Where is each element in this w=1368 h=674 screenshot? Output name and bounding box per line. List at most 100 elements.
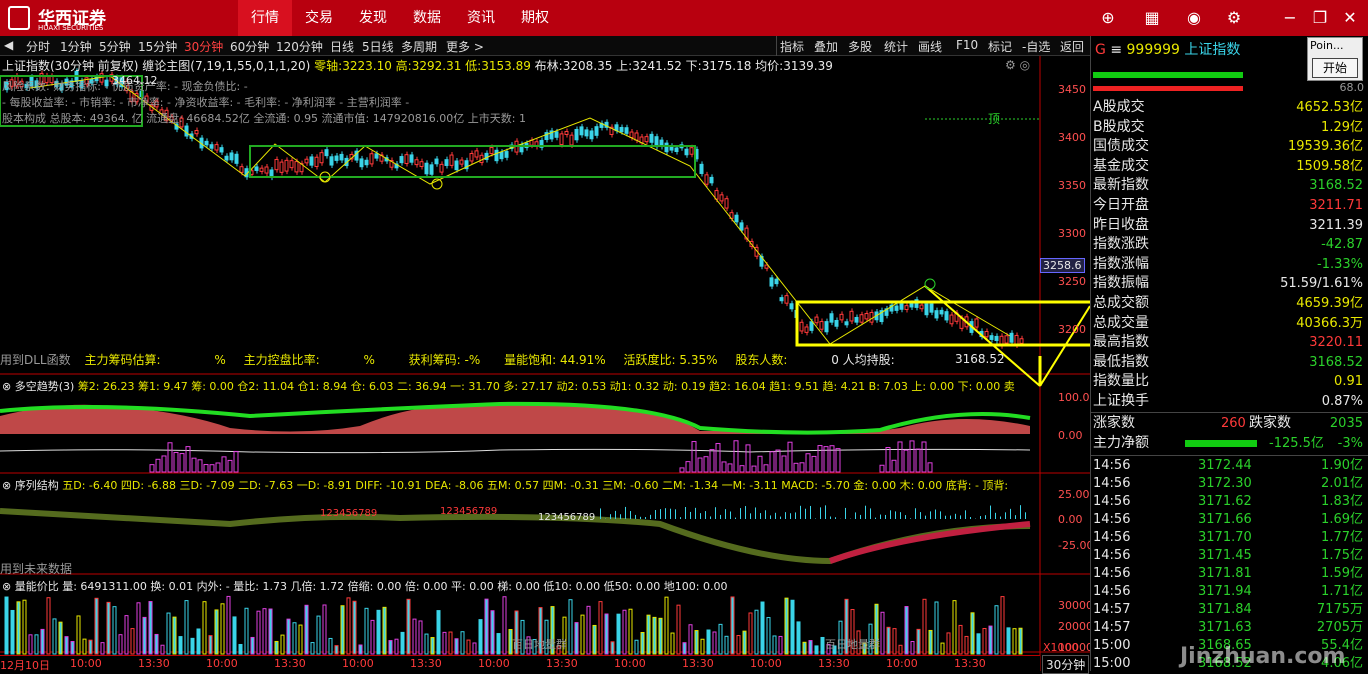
tool-1[interactable]: 指标 [780, 38, 804, 55]
x-tick: 10:00 [886, 657, 918, 670]
restore-icon[interactable]: ❐ [1310, 8, 1330, 28]
nav-trade[interactable]: 交易 [292, 0, 346, 36]
magenta-bar [740, 466, 744, 472]
period-6[interactable]: 60分钟 [230, 38, 269, 55]
volume-bar [1001, 597, 1004, 654]
period-8[interactable]: 日线 [330, 38, 354, 55]
close-icon[interactable]: ✕ [1340, 8, 1360, 28]
period-7[interactable]: 120分钟 [276, 38, 323, 55]
macd-bar [945, 516, 946, 519]
volume-bar [983, 628, 986, 654]
quote-label: 总成交量 [1093, 314, 1149, 333]
nav-news[interactable]: 资讯 [454, 0, 508, 36]
volume-bar [623, 610, 626, 654]
watermark: Jinzhuan.com [1180, 644, 1345, 669]
quote-row: 指数涨跌-42.87 [1093, 235, 1365, 254]
chart-toolbar: ◀ 分时 1分钟 5分钟 15分钟 30分钟 60分钟 120分钟 日线 5日线… [0, 36, 1090, 56]
tick-row: 14:563171.941.71亿 [1093, 583, 1365, 601]
volume-bar [731, 597, 734, 654]
collapse-icon[interactable]: ⊗ [2, 380, 11, 393]
magenta-bar [758, 456, 762, 472]
volume-bar [977, 634, 980, 654]
footer-f2v: % [363, 353, 374, 367]
volume-bar [779, 636, 782, 654]
tool-8[interactable]: -自选 [1022, 38, 1050, 55]
service-icon[interactable]: ◉ [1184, 8, 1204, 28]
nav-quotes[interactable]: 行情 [238, 0, 292, 36]
magenta-bar [764, 465, 768, 472]
nav-options[interactable]: 期权 [508, 0, 562, 36]
quote-value: 3168.52 [1309, 176, 1363, 195]
macd-bar [910, 518, 911, 519]
candle [260, 168, 263, 171]
volume-bar [1019, 628, 1022, 654]
x-tick: 10:00 [750, 657, 782, 670]
candle [785, 296, 788, 304]
magenta-bar [836, 449, 840, 472]
menu-icon[interactable]: ≡ [1110, 42, 1122, 58]
volume-bar [281, 635, 284, 654]
macd-bar [765, 510, 766, 519]
quote-value: 40366.3万 [1296, 314, 1363, 333]
collapse-icon[interactable]: ⊗ [2, 580, 11, 593]
period-4[interactable]: 15分钟 [138, 38, 177, 55]
symbol-code: 999999 [1127, 42, 1180, 58]
tool-7[interactable]: 标记 [988, 38, 1012, 55]
volume-bar [185, 601, 188, 654]
macd-bar [820, 507, 821, 519]
macd-bar [625, 507, 626, 519]
panel2-label: 多空趋势(3) [15, 380, 75, 393]
magenta-bar [686, 462, 690, 472]
avg-value: 3139.39 [783, 59, 833, 73]
minimize-icon[interactable]: − [1280, 8, 1300, 28]
collapse-icon[interactable]: ⊗ [2, 479, 11, 492]
tick-cell: 1.71亿 [1321, 583, 1363, 601]
macd-bar [725, 509, 726, 519]
nav-discover[interactable]: 发现 [346, 0, 400, 36]
period-3[interactable]: 5分钟 [99, 38, 131, 55]
tool-9[interactable]: 返回 [1060, 38, 1084, 55]
tool-6[interactable]: F10 [956, 38, 978, 52]
macd-bar [710, 516, 711, 519]
candle [315, 157, 318, 166]
gift-icon[interactable]: ⊕ [1098, 8, 1118, 28]
period-2[interactable]: 1分钟 [60, 38, 92, 55]
tool-2[interactable]: 叠加 [814, 38, 838, 55]
macd-bar [860, 515, 861, 519]
volume-bar [911, 642, 914, 654]
period-10[interactable]: 多周期 [401, 38, 437, 55]
x-tick: 10:00 [478, 657, 510, 670]
nav-data[interactable]: 数据 [400, 0, 454, 36]
quote-value: 0.87% [1322, 392, 1363, 411]
strength-bar [1093, 86, 1243, 91]
candle [275, 159, 278, 169]
breadth-row: 涨家数 260 跌家数 2035 [1093, 414, 1365, 433]
settings-icon[interactable]: ⚙ ◎ [1005, 58, 1030, 72]
quote-row: 国债成交19539.36亿 [1093, 137, 1365, 156]
tool-5[interactable]: 画线 [918, 38, 942, 55]
calendar-icon[interactable]: ▦ [1142, 8, 1162, 28]
volume-bar [149, 602, 152, 654]
back-arrow-icon[interactable]: ◀ [4, 38, 13, 52]
volume-bar [455, 639, 458, 654]
period-5[interactable]: 30分钟 [184, 38, 223, 55]
macd-bars [600, 505, 1026, 519]
candle [710, 177, 713, 182]
period-9[interactable]: 5日线 [362, 38, 394, 55]
tool-3[interactable]: 多股 [848, 38, 872, 55]
candle [185, 126, 188, 136]
volume-bar [569, 600, 572, 654]
start-button[interactable]: 开始 [1312, 58, 1358, 78]
candle [500, 152, 503, 159]
period-1[interactable]: 分时 [26, 38, 50, 55]
candle [255, 167, 258, 171]
period-select[interactable]: 30分钟 [1042, 655, 1089, 674]
candle [940, 310, 943, 314]
volume-bar [773, 636, 776, 654]
volume-bar [59, 622, 62, 654]
candle [440, 164, 443, 172]
period-11[interactable]: 更多 > [446, 38, 484, 55]
tool-4[interactable]: 统计 [884, 38, 908, 55]
gear-icon[interactable]: ⚙ [1224, 8, 1244, 28]
down-value: 3175.18 [702, 59, 752, 73]
